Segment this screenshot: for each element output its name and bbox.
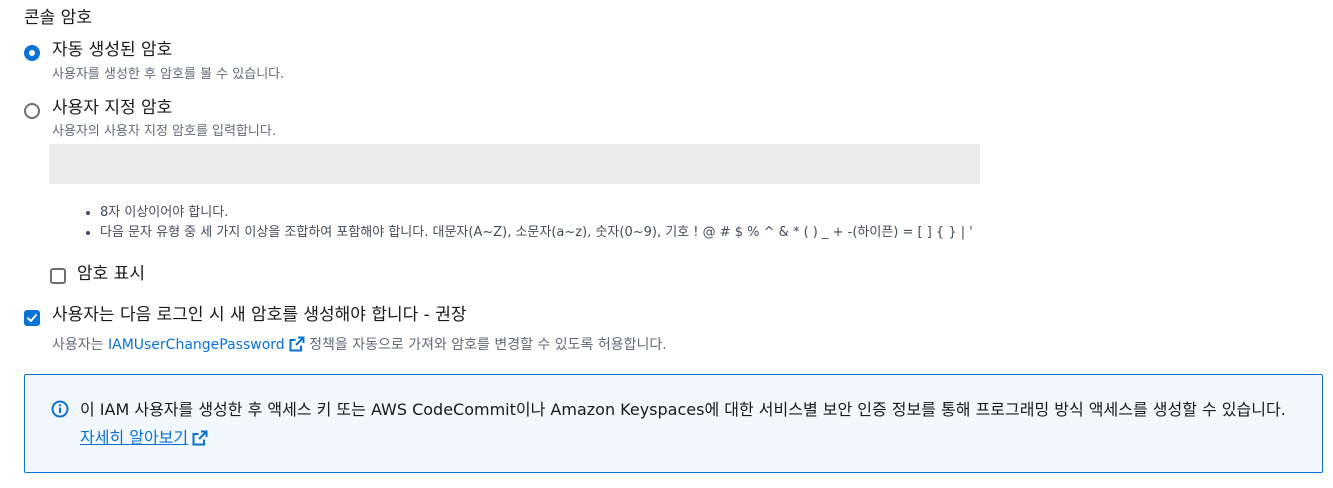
custom-password-description: 사용자의 사용자 지정 암호를 입력합니다. (52, 124, 276, 139)
custom-password-input[interactable] (49, 144, 980, 184)
requirement-min-length: 8자 이상이어야 합니다. (100, 203, 973, 223)
custom-password-label[interactable]: 사용자 지정 암호 (52, 97, 172, 119)
auto-generated-password-description: 사용자를 생성한 후 암호를 볼 수 있습니다. (52, 67, 285, 82)
policy-suffix-text: 정책을 자동으로 가져와 암호를 변경할 수 있도록 허용합니다. (304, 337, 667, 353)
external-link-icon[interactable] (289, 336, 305, 352)
checkmark-icon (27, 314, 37, 322)
show-password-checkbox[interactable] (50, 268, 66, 284)
password-requirements-list: 8자 이상이어야 합니다. 다음 문자 유형 중 세 가지 이상을 조합하여 포… (80, 203, 973, 243)
auto-generated-password-radio[interactable] (24, 45, 40, 61)
requirement-character-types: 다음 문자 유형 중 세 가지 이상을 조합하여 포함해야 합니다. 대문자(A… (100, 223, 973, 243)
require-password-reset-label[interactable]: 사용자는 다음 로그인 시 새 암호를 생성해야 합니다 - 권장 (52, 304, 467, 326)
iam-user-change-password-link[interactable]: IAMUserChangePassword (108, 337, 285, 353)
info-alert-text: 이 IAM 사용자를 생성한 후 액세스 키 또는 AWS CodeCommit… (80, 396, 1300, 452)
auto-generated-password-label[interactable]: 자동 생성된 암호 (52, 39, 172, 61)
policy-prefix-text: 사용자는 (52, 337, 108, 353)
custom-password-radio[interactable] (24, 103, 40, 119)
show-password-label[interactable]: 암호 표시 (77, 263, 145, 285)
external-link-icon[interactable] (192, 430, 208, 446)
require-password-reset-checkbox[interactable] (24, 310, 40, 326)
require-password-reset-description: 사용자는 IAMUserChangePassword 정책을 자동으로 가져와 … (52, 336, 667, 354)
console-password-title: 콘솔 암호 (24, 8, 92, 28)
info-alert-message: 이 IAM 사용자를 생성한 후 액세스 키 또는 AWS CodeCommit… (80, 400, 1286, 419)
learn-more-link[interactable]: 자세히 알아보기 (80, 428, 188, 447)
info-icon (51, 400, 69, 418)
